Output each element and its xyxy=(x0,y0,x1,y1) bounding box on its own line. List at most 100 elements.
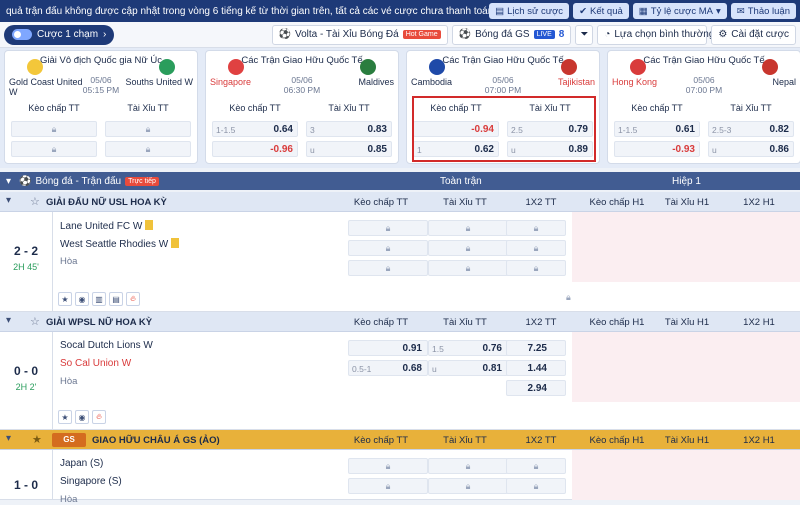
team-b-name[interactable]: So Cal Union W xyxy=(60,358,131,369)
odds-cell[interactable]: 🔒︎ xyxy=(428,220,508,236)
handicap: u xyxy=(310,145,315,155)
odds-cell[interactable]: 🔒︎ xyxy=(506,220,566,236)
match-card[interactable]: Giải Vô địch Quốc gia Nữ Úc Gold Coast Un… xyxy=(4,50,198,164)
lock-icon: 🔒︎ xyxy=(465,243,471,253)
star-icon[interactable]: ★ xyxy=(58,292,72,306)
odds-cell[interactable]: 🔒︎ xyxy=(428,260,508,276)
odds-type-button[interactable]: ▦ Tỷ lệ cược MA ▾ xyxy=(632,3,727,19)
lock-icon: 🔒︎ xyxy=(385,481,391,491)
odds-value: 0.61 xyxy=(675,124,695,135)
odds-cell[interactable]: 1.44 xyxy=(506,360,566,376)
odds-cell[interactable]: 🔒︎ xyxy=(11,121,97,137)
league-header[interactable]: ▾ ★ GS GIAO HỮU CHÂU Á GS (ẢO) Kèo chấp TT Tà… xyxy=(0,430,800,450)
bet-history-button[interactable]: ▤ Lịch sử cược xyxy=(489,3,570,19)
column-header: 1X2 H1 xyxy=(743,197,775,208)
odds-cell[interactable]: 🔒︎ xyxy=(506,478,566,494)
column-header: 1X2 TT xyxy=(525,197,557,208)
odds-cell[interactable]: 1-1.5 0.64 xyxy=(212,121,298,137)
sort-select[interactable]: ◔ Lựa chọn bình thường ▾ xyxy=(597,24,723,45)
fire-icon[interactable]: 🔥︎ xyxy=(126,292,140,306)
column-header: Tài Xỉu TT xyxy=(443,317,487,328)
team-a-name[interactable]: Socal Dutch Lions W xyxy=(60,340,153,351)
filter-button[interactable]: ⏷ xyxy=(575,24,594,45)
odds-cell[interactable]: 🔒︎ xyxy=(506,260,566,276)
odds-cell[interactable]: 🔒︎ xyxy=(348,260,428,276)
team-a-name[interactable]: Lane United FC W xyxy=(60,220,154,232)
odds-cell[interactable]: 7.25 xyxy=(506,340,566,356)
odds-cell[interactable]: 🔒︎ xyxy=(348,478,428,494)
eye-icon[interactable]: ◉ xyxy=(75,410,89,424)
star-icon[interactable]: ☆ xyxy=(30,195,40,208)
fire-icon[interactable]: 🔥︎ xyxy=(92,410,106,424)
match-card[interactable]: Các Trận Giao Hữu Quốc Tế Singapore Maldiv… xyxy=(205,50,399,164)
tab-volta[interactable]: ⚽ Volta - Tài Xỉu Bóng Đá Hot Game xyxy=(271,24,448,45)
column-header: Tài Xỉu H1 xyxy=(664,197,710,208)
odds-cell[interactable]: 🔒︎ xyxy=(506,458,566,474)
chevron-down-icon[interactable]: ▾ xyxy=(6,195,11,206)
league-header[interactable]: ▾ GIẢI ĐẤU NỮ USL HOA KỲ ☆ Kèo chấp TT Tài X… xyxy=(0,192,800,212)
chevron-down-icon[interactable]: ▾ xyxy=(6,433,11,444)
odds-cell[interactable]: 🔒︎ xyxy=(11,141,97,157)
odds-cell[interactable]: u 0.86 xyxy=(708,141,794,157)
star-icon[interactable]: ☆ xyxy=(30,315,40,328)
scoreboard-icon[interactable]: ▤ xyxy=(109,292,123,306)
odds-value: 0.82 xyxy=(769,124,789,135)
results-button[interactable]: ✔ Kết quả xyxy=(573,3,629,19)
odds-cell[interactable]: 🔒︎ xyxy=(428,458,508,474)
column-header: Tài Xỉu H1 xyxy=(664,435,710,446)
match-time: 05/06 06:30 PM xyxy=(206,75,398,95)
odds-cell[interactable]: 🔒︎ xyxy=(428,240,508,256)
team-b-name[interactable]: West Seattle Rhodies W xyxy=(60,238,180,250)
odds-cell[interactable]: u 0.81 xyxy=(428,360,508,376)
odds-cell[interactable]: 1.5 0.76 xyxy=(428,340,508,356)
collapse-icon[interactable]: ▾ xyxy=(6,176,11,187)
odds-cell[interactable]: 🔒︎ xyxy=(348,220,428,236)
team-b-flag-icon xyxy=(561,59,577,75)
odds-cell[interactable]: 2.5-3 0.82 xyxy=(708,121,794,137)
lock-icon: 🔒︎ xyxy=(465,263,471,273)
team-a-name[interactable]: Japan (S) xyxy=(60,458,103,469)
odds-cell[interactable]: 2.94 xyxy=(506,380,566,396)
chevron-down-icon[interactable]: ▾ xyxy=(6,315,11,326)
column-header: Kèo chấp H1 xyxy=(589,435,645,446)
divider xyxy=(52,332,53,430)
market-hdp-label: Kèo chấp TT xyxy=(631,103,683,113)
odds-cell[interactable]: 🔒︎ xyxy=(428,478,508,494)
gs-icon: ⚽ xyxy=(458,29,472,40)
odds-cell[interactable]: 🔒︎ xyxy=(105,121,191,137)
star-icon[interactable]: ★ xyxy=(58,410,72,424)
league-header[interactable]: ▾ GIẢI WPSL NỮ HOA KỲ ☆ Kèo chấp TT Tài Xỉu … xyxy=(0,312,800,332)
odds-cell[interactable]: -0.93 xyxy=(614,141,700,157)
eye-icon[interactable]: ◉ xyxy=(75,292,89,306)
odds-cell[interactable]: 3 0.83 xyxy=(306,121,392,137)
column-header: Tài Xỉu H1 xyxy=(664,317,710,328)
odds-cell[interactable]: 1-1.5 0.61 xyxy=(614,121,700,137)
settings-button[interactable]: ⚙ Cài đặt cược xyxy=(711,24,796,45)
handicap: u xyxy=(432,364,437,374)
odds-cell[interactable]: 0.91 xyxy=(348,340,428,356)
discussion-button[interactable]: ✉ Thảo luận xyxy=(730,3,796,19)
odds-cell[interactable]: 🔒︎ xyxy=(348,240,428,256)
odds-cell[interactable]: 🔒︎ xyxy=(348,458,428,474)
team-b-name[interactable]: Singapore (S) xyxy=(60,476,122,487)
lock-icon: 🔒︎ xyxy=(465,481,471,491)
lock-icon: 🔒︎ xyxy=(385,223,391,233)
match-clock: 05:15 PM xyxy=(82,85,120,95)
column-header: Kèo chấp TT xyxy=(353,435,409,446)
stats-icon[interactable]: ▥ xyxy=(92,292,106,306)
team-a-flag-icon xyxy=(630,59,646,75)
team-a-flag-icon xyxy=(228,59,244,75)
odds-cell[interactable]: 🔒︎ xyxy=(506,240,566,256)
divider xyxy=(52,212,53,312)
odds-cell[interactable]: -0.96 xyxy=(212,141,298,157)
match-card[interactable]: Các Trận Giao Hữu Quốc Tế Hong Kong Nepal 0… xyxy=(607,50,800,164)
toggle-switch[interactable] xyxy=(12,29,32,40)
odds-value: 0.64 xyxy=(273,124,293,135)
tab-gs-football[interactable]: ⚽ Bóng đá GS LIVE 8 xyxy=(451,24,572,45)
star-icon[interactable]: ★ xyxy=(32,433,42,446)
one-click-bet-toggle[interactable]: Cược 1 chạm › xyxy=(4,24,115,45)
odds-cell[interactable]: 🔒︎ xyxy=(105,141,191,157)
odds-cell[interactable]: u 0.85 xyxy=(306,141,392,157)
odds-cell[interactable]: 0.5-1 0.68 xyxy=(348,360,428,376)
market-ou-label: Tài Xỉu TT xyxy=(730,103,772,113)
